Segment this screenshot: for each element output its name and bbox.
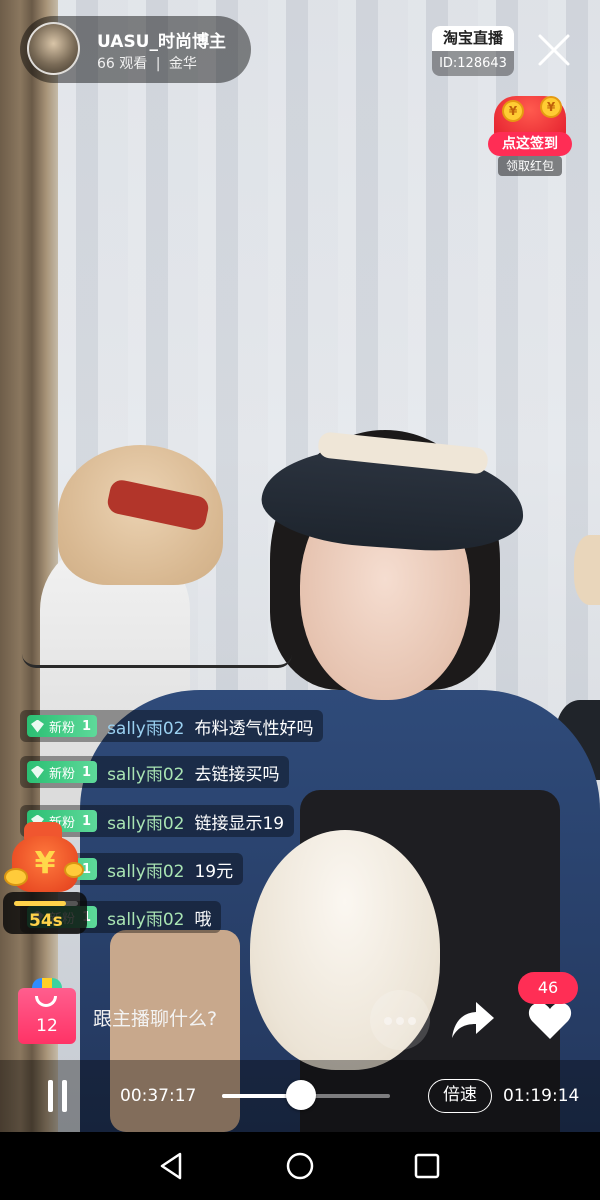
comment-text: 布料透气性好吗 (194, 718, 314, 739)
current-time: 00:37:17 (120, 1086, 197, 1106)
pause-icon (48, 1080, 53, 1112)
comment-text: 去链接买吗 (194, 764, 280, 785)
more-icon (408, 1017, 416, 1025)
timer-progress-track (14, 901, 78, 906)
total-time: 01:19:14 (503, 1086, 580, 1106)
notice-bar (22, 646, 292, 668)
bag-smile (35, 996, 57, 1007)
gold-ingot-icon (64, 862, 84, 878)
comment-user[interactable]: sally雨02 (107, 905, 184, 930)
seek-thumb[interactable] (285, 1080, 316, 1110)
coin-icon: ¥ (540, 96, 562, 118)
shopping-bag-button[interactable]: 12 (18, 978, 76, 1044)
pause-icon (62, 1080, 67, 1112)
comment-row: 新粉 1 sally雨02 布料透气性好吗 (20, 710, 324, 742)
lucky-bag-button[interactable]: ¥ (4, 822, 84, 898)
room-id: ID:128643 (439, 56, 507, 71)
anchor-location: 金华 (168, 56, 197, 72)
diamond-icon (31, 719, 44, 733)
more-icon (384, 1017, 392, 1025)
gold-ingot-icon (4, 868, 28, 886)
comment-row: 新粉 1 sally雨02 去链接买吗 (20, 756, 290, 788)
close-button[interactable] (532, 28, 576, 72)
like-button[interactable]: 46 (518, 972, 580, 1044)
close-icon (538, 34, 570, 66)
signin-sub-label: 领取红包 (498, 156, 562, 176)
coin-icon: ¥ (502, 100, 524, 122)
room-badge: 淘宝直播 ID:128643 (432, 26, 514, 76)
comment-user[interactable]: sally雨02 (107, 857, 184, 882)
share-button[interactable] (448, 994, 498, 1044)
timer-countdown: 54s (29, 911, 63, 931)
home-icon[interactable] (282, 1148, 318, 1184)
comment-text: 19元 (194, 861, 234, 882)
fan-badge: 新粉1 (27, 761, 98, 783)
anchor-name[interactable]: UASU_时尚博主 (97, 27, 226, 52)
comment-text: 哦 (194, 909, 212, 930)
viewer-count: 66 观看 (97, 56, 148, 72)
fan-badge: 新粉1 (27, 715, 98, 737)
chat-input[interactable]: 跟主播聊什么? (93, 1004, 217, 1031)
speed-button[interactable]: 倍速 (428, 1079, 492, 1113)
recent-apps-icon[interactable] (409, 1148, 445, 1184)
shopping-bag-icon: 12 (18, 988, 76, 1044)
more-button[interactable] (370, 990, 430, 1050)
avatar[interactable] (27, 22, 80, 75)
anchor-meta: 66 观看 | 金华 (97, 53, 197, 73)
curtain (0, 0, 58, 1132)
meta-separator: | (155, 56, 161, 72)
straw-hat-right (574, 535, 600, 605)
back-icon[interactable] (154, 1148, 190, 1184)
timer-progress-fill (14, 901, 67, 906)
pause-button[interactable] (48, 1080, 70, 1112)
like-count: 46 (518, 972, 578, 1004)
platform-label: 淘宝直播 (432, 26, 514, 51)
comment-user[interactable]: sally雨02 (107, 809, 184, 834)
comment-text: 链接显示19 (194, 813, 285, 834)
comment-user[interactable]: sally雨02 (107, 714, 184, 739)
signin-button[interactable]: 点这签到 (488, 132, 572, 156)
signin-red-packet[interactable]: ¥ ¥ 点这签到 领取红包 (488, 96, 572, 178)
diamond-icon (31, 765, 44, 779)
lucky-bag-timer[interactable]: 54s (3, 892, 87, 934)
more-icon (396, 1017, 404, 1025)
bag-item-count: 12 (36, 1016, 58, 1036)
comment-user[interactable]: sally雨02 (107, 760, 184, 785)
share-icon (452, 1002, 494, 1038)
